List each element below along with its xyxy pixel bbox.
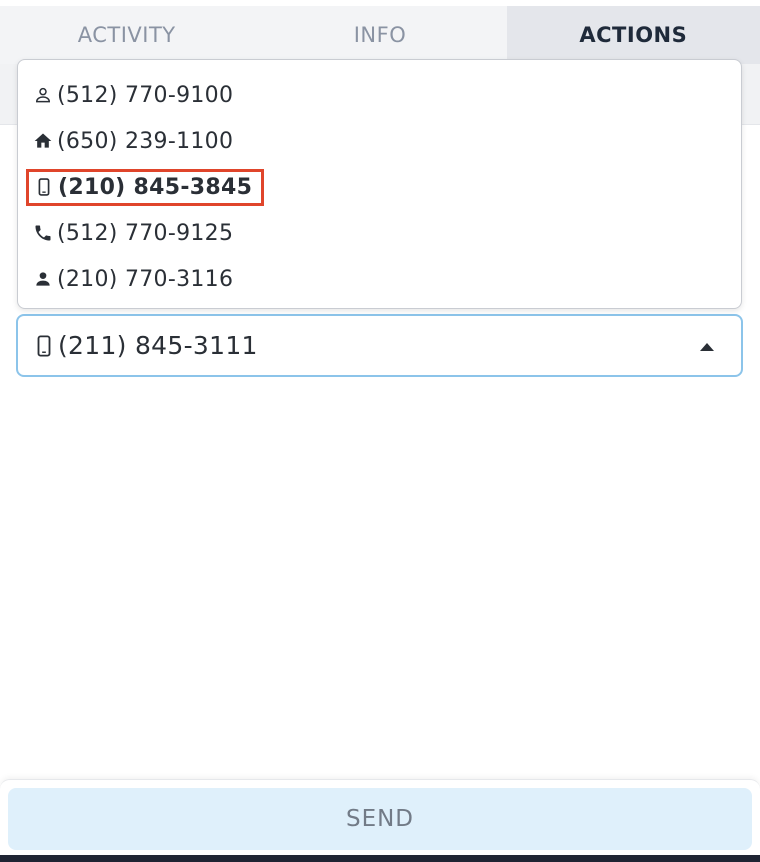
phone-option-label: (210) 845-3845 (58, 174, 253, 200)
caret-up-icon[interactable] (700, 343, 714, 351)
selected-phone-value: (211) 845-3111 (58, 331, 258, 360)
phone-option-label: (210) 770-3116 (57, 266, 234, 292)
phone-number-dropdown-menu: (512) 770-9100 (650) 239-1100 (210) 845-… (17, 59, 742, 309)
phone-option-4[interactable]: (512) 770-9125 (18, 210, 741, 256)
person-outline-icon (32, 84, 54, 106)
home-icon (32, 130, 54, 152)
phone-option-5[interactable]: (210) 770-3116 (18, 256, 741, 302)
tab-bar: ACTIVITY INFO ACTIONS (0, 6, 760, 67)
phone-icon (32, 222, 54, 244)
phone-option-label: (512) 770-9100 (57, 82, 234, 108)
phone-option-3[interactable]: (210) 845-3845 (18, 164, 741, 210)
phone-option-2[interactable]: (650) 239-1100 (18, 118, 741, 164)
tab-activity[interactable]: ACTIVITY (0, 6, 253, 64)
send-button[interactable]: SEND (8, 788, 752, 850)
mobile-phone-icon (33, 176, 55, 198)
mobile-phone-icon (32, 333, 56, 359)
bottom-bar (0, 855, 760, 862)
phone-option-1[interactable]: (512) 770-9100 (18, 72, 741, 118)
phone-option-label: (650) 239-1100 (57, 128, 234, 154)
tab-actions[interactable]: ACTIONS (506, 6, 760, 67)
person-icon (32, 268, 54, 290)
highlighted-option-box: (210) 845-3845 (26, 168, 265, 206)
phone-option-label: (512) 770-9125 (57, 220, 234, 246)
phone-number-select[interactable]: (211) 845-3111 (16, 314, 743, 377)
tab-info[interactable]: INFO (253, 6, 506, 64)
